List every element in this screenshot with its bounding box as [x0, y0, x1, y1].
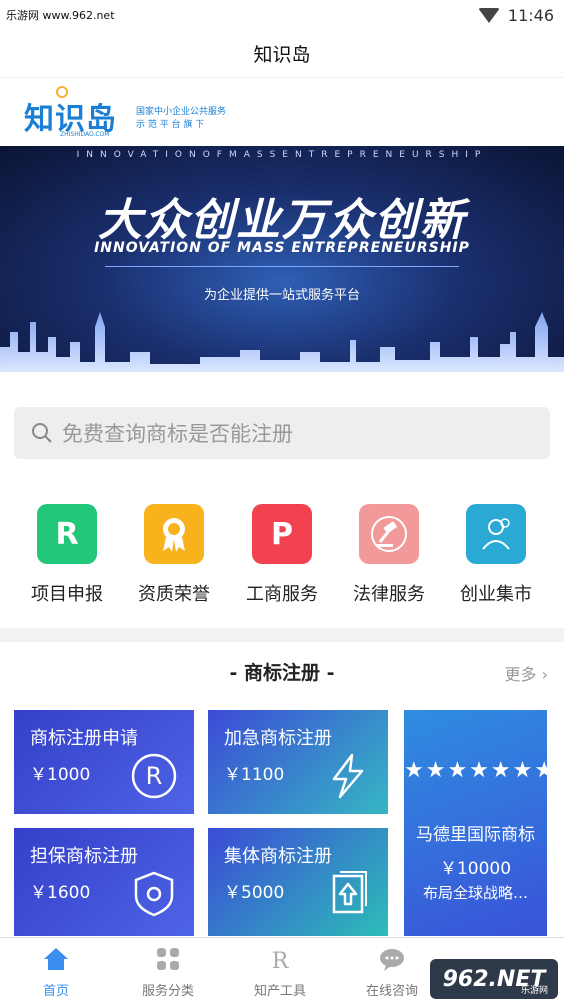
category-qualification[interactable]: 资质荣誉	[119, 504, 229, 606]
product-name: 加急商标注册	[224, 728, 332, 749]
brand-slogan: 国家中小企业公共服务 示 范 平 台 旗 下	[136, 107, 227, 130]
award-icon	[144, 504, 204, 564]
clock: 11:46	[507, 5, 554, 25]
stars-icon: ★★★★★★★	[404, 758, 547, 783]
shield-icon	[134, 871, 174, 917]
category-startup-market[interactable]: 创业集市	[441, 504, 551, 606]
banner-headline: 大众创业万众创新	[98, 195, 466, 246]
category-label: 资质荣誉	[138, 584, 210, 605]
page-title: 知识岛	[0, 30, 564, 78]
home-icon	[44, 948, 68, 970]
product-card-guarantee[interactable]: 担保商标注册 ￥1600	[14, 828, 194, 936]
tab-service-categories[interactable]: 服务分类	[112, 938, 224, 1003]
product-description: 布局全球战略…	[422, 884, 528, 902]
tab-ip-tools[interactable]: R 知产工具	[224, 938, 336, 1003]
category-label: 创业集市	[460, 584, 532, 605]
product-name: 担保商标注册	[30, 846, 138, 867]
category-label: 项目申报	[31, 584, 103, 605]
search-box[interactable]: 免费查询商标是否能注册	[14, 407, 550, 459]
tab-home[interactable]: 首页	[0, 938, 112, 1003]
category-grid: R 项目申报 资质荣誉 P 工商服务 法律服务 创业集市	[0, 504, 564, 614]
product-card-registration[interactable]: 商标注册申请 ￥1000 R	[14, 710, 194, 814]
wifi-icon	[477, 7, 500, 23]
svg-text:R: R	[272, 949, 290, 972]
product-price: ￥1100	[224, 765, 285, 785]
banner-tagline: 为企业提供一站式服务平台	[203, 288, 360, 303]
search-icon	[30, 421, 54, 445]
product-name: 马德里国际商标	[416, 825, 535, 845]
product-card-collective[interactable]: 集体商标注册 ￥5000	[208, 828, 388, 936]
product-name: 商标注册申请	[30, 728, 138, 749]
chat-icon	[380, 949, 404, 971]
city-skyline-image	[0, 312, 564, 372]
app-screen: 乐游网 www.962.net 11:46 知识岛 知识岛 ZHISHIDAO.…	[0, 0, 564, 1003]
product-price: ￥5000	[224, 883, 285, 903]
r-badge-icon: R	[37, 504, 97, 564]
p-badge-icon: P	[252, 504, 312, 564]
brand-logo-sub: ZHISHIDAO.COM	[60, 131, 110, 138]
brand-bar: 知识岛 ZHISHIDAO.COM 国家中小企业公共服务 示 范 平 台 旗 下	[0, 80, 564, 146]
tab-label: 知产工具	[253, 984, 306, 999]
section-divider	[0, 628, 564, 642]
site-watermark-logo: 962.NET 乐游网	[430, 959, 558, 999]
more-link[interactable]: 更多 ›	[505, 661, 549, 685]
banner-top-line: INNOVATIONOFMASSENTREPRENEURSHIP	[76, 150, 488, 160]
registered-icon: R	[131, 753, 177, 799]
person-icon	[466, 504, 526, 564]
category-label: 工商服务	[246, 584, 318, 605]
tab-label: 首页	[42, 984, 69, 999]
product-name: 集体商标注册	[224, 846, 332, 867]
product-price: ￥1000	[30, 765, 91, 785]
upload-doc-icon	[332, 871, 367, 914]
category-project-application[interactable]: R 项目申报	[12, 504, 122, 606]
section-title: - 商标注册 -	[229, 662, 335, 684]
product-card-madrid[interactable]: ★★★★★★★ 马德里国际商标 ￥10000 布局全球战略…	[404, 710, 547, 936]
watermark-text: 乐游网 www.962.net	[6, 9, 115, 22]
product-card-urgent[interactable]: 加急商标注册 ￥1100	[208, 710, 388, 814]
tab-label: 服务分类	[141, 984, 194, 999]
product-price: ￥10000	[439, 859, 512, 879]
banner-divider	[105, 266, 459, 267]
status-bar: 乐游网 www.962.net 11:46	[0, 0, 564, 30]
category-legal-service[interactable]: 法律服务	[334, 504, 444, 606]
product-price: ￥1600	[30, 883, 91, 903]
category-label: 法律服务	[353, 584, 425, 605]
gavel-icon	[359, 504, 419, 564]
search-placeholder: 免费查询商标是否能注册	[62, 422, 293, 446]
grid-icon	[157, 948, 179, 970]
promo-banner[interactable]: INNOVATIONOFMASSENTREPRENEURSHIP 大众创业万众创…	[0, 146, 564, 372]
banner-english: INNOVATION OF MASS ENTREPRENEURSHIP	[94, 240, 470, 256]
category-business-service[interactable]: P 工商服务	[227, 504, 337, 606]
svg-text:R: R	[146, 762, 163, 790]
lightning-icon	[332, 753, 364, 799]
r-tool-icon: R	[272, 949, 290, 974]
